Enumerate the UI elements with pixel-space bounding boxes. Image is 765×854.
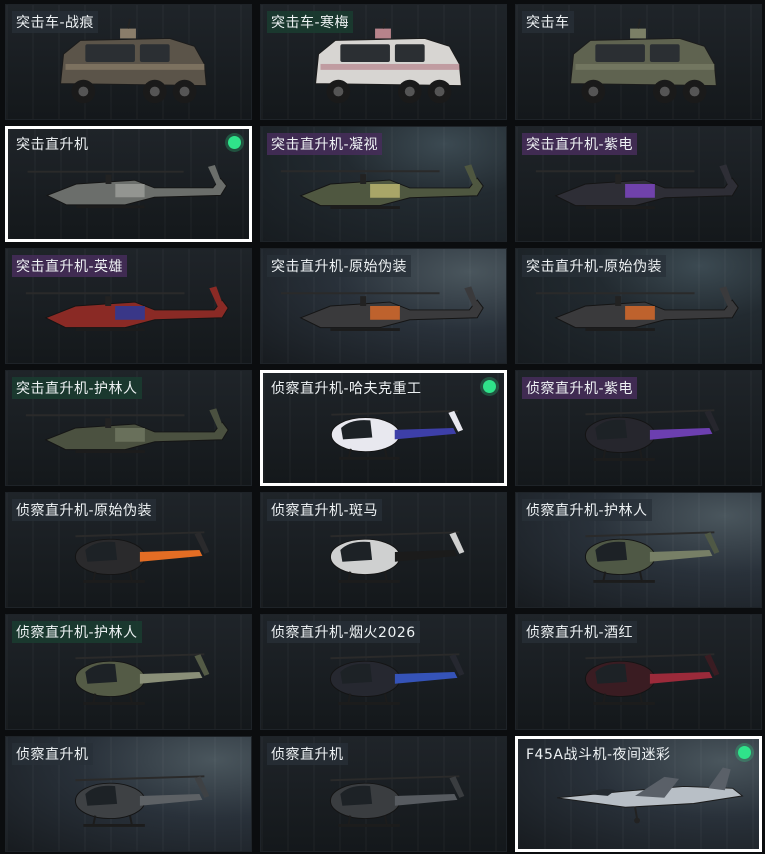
skin-card[interactable]: 侦察直升机: [5, 736, 252, 852]
skin-name-label: 侦察直升机-原始伪装: [12, 499, 157, 521]
skin-name-label: 突击车-战痕: [12, 11, 99, 33]
skin-name-label: 侦察直升机-斑马: [267, 499, 383, 521]
skin-name-label: 突击直升机-英雄: [12, 255, 128, 277]
skin-card[interactable]: 突击直升机-原始伪装: [260, 248, 507, 364]
skin-name-label: 突击直升机-原始伪装: [522, 255, 667, 277]
skin-name-label: 突击车: [522, 11, 574, 33]
skin-name-label: F45A战斗机-夜间迷彩: [526, 747, 671, 763]
skin-card[interactable]: 侦察直升机: [260, 736, 507, 852]
skin-card[interactable]: 突击车-寒梅: [260, 4, 507, 120]
skin-card[interactable]: 突击直升机-凝视: [260, 126, 507, 242]
skin-name-label: 侦察直升机: [12, 743, 93, 765]
skin-name-label: 侦察直升机-紫电: [522, 377, 638, 399]
skin-name-label: 侦察直升机-护林人: [522, 499, 652, 521]
skin-name-label: 突击直升机-护林人: [12, 377, 142, 399]
skin-card[interactable]: 侦察直升机-紫电: [515, 370, 762, 486]
skin-card[interactable]: 侦察直升机-酒红: [515, 614, 762, 730]
skin-name-label: 突击直升机-原始伪装: [267, 255, 412, 277]
equipped-indicator-icon: [738, 746, 751, 759]
skin-name-label: 突击车-寒梅: [267, 11, 354, 33]
equipped-indicator-icon: [483, 380, 496, 393]
skin-name-label: 突击直升机-凝视: [267, 133, 383, 155]
skin-card[interactable]: 突击直升机-紫电: [515, 126, 762, 242]
skin-name-label: 侦察直升机-酒红: [522, 621, 638, 643]
skin-name-label: 侦察直升机: [267, 743, 348, 765]
skin-card[interactable]: 突击直升机: [5, 126, 252, 242]
equipped-indicator-icon: [228, 136, 241, 149]
skin-card[interactable]: 侦察直升机-护林人: [5, 614, 252, 730]
skin-name-label: 侦察直升机-哈夫克重工: [271, 381, 422, 397]
skin-name-label: 突击直升机-紫电: [522, 133, 638, 155]
skin-card[interactable]: 侦察直升机-护林人: [515, 492, 762, 608]
skin-card[interactable]: 突击直升机-原始伪装: [515, 248, 762, 364]
skin-card[interactable]: 侦察直升机-哈夫克重工: [260, 370, 507, 486]
skin-card[interactable]: 突击直升机-护林人: [5, 370, 252, 486]
skin-card[interactable]: 侦察直升机-斑马: [260, 492, 507, 608]
vehicle-skin-grid: 突击车-战痕 突击车-寒梅 突击车突击直升机 突击直升机-凝视 突击直升机-紫电突击直升…: [0, 0, 765, 854]
skin-name-label: 突击直升机: [16, 137, 89, 153]
skin-card[interactable]: F45A战斗机-夜间迷彩: [515, 736, 762, 852]
skin-card[interactable]: 侦察直升机-原始伪装: [5, 492, 252, 608]
skin-card[interactable]: 侦察直升机-烟火2026: [260, 614, 507, 730]
skin-card[interactable]: 突击直升机-英雄: [5, 248, 252, 364]
skin-card[interactable]: 突击车-战痕: [5, 4, 252, 120]
skin-name-label: 侦察直升机-护林人: [12, 621, 142, 643]
skin-name-label: 侦察直升机-烟火2026: [267, 621, 420, 643]
skin-card[interactable]: 突击车: [515, 4, 762, 120]
